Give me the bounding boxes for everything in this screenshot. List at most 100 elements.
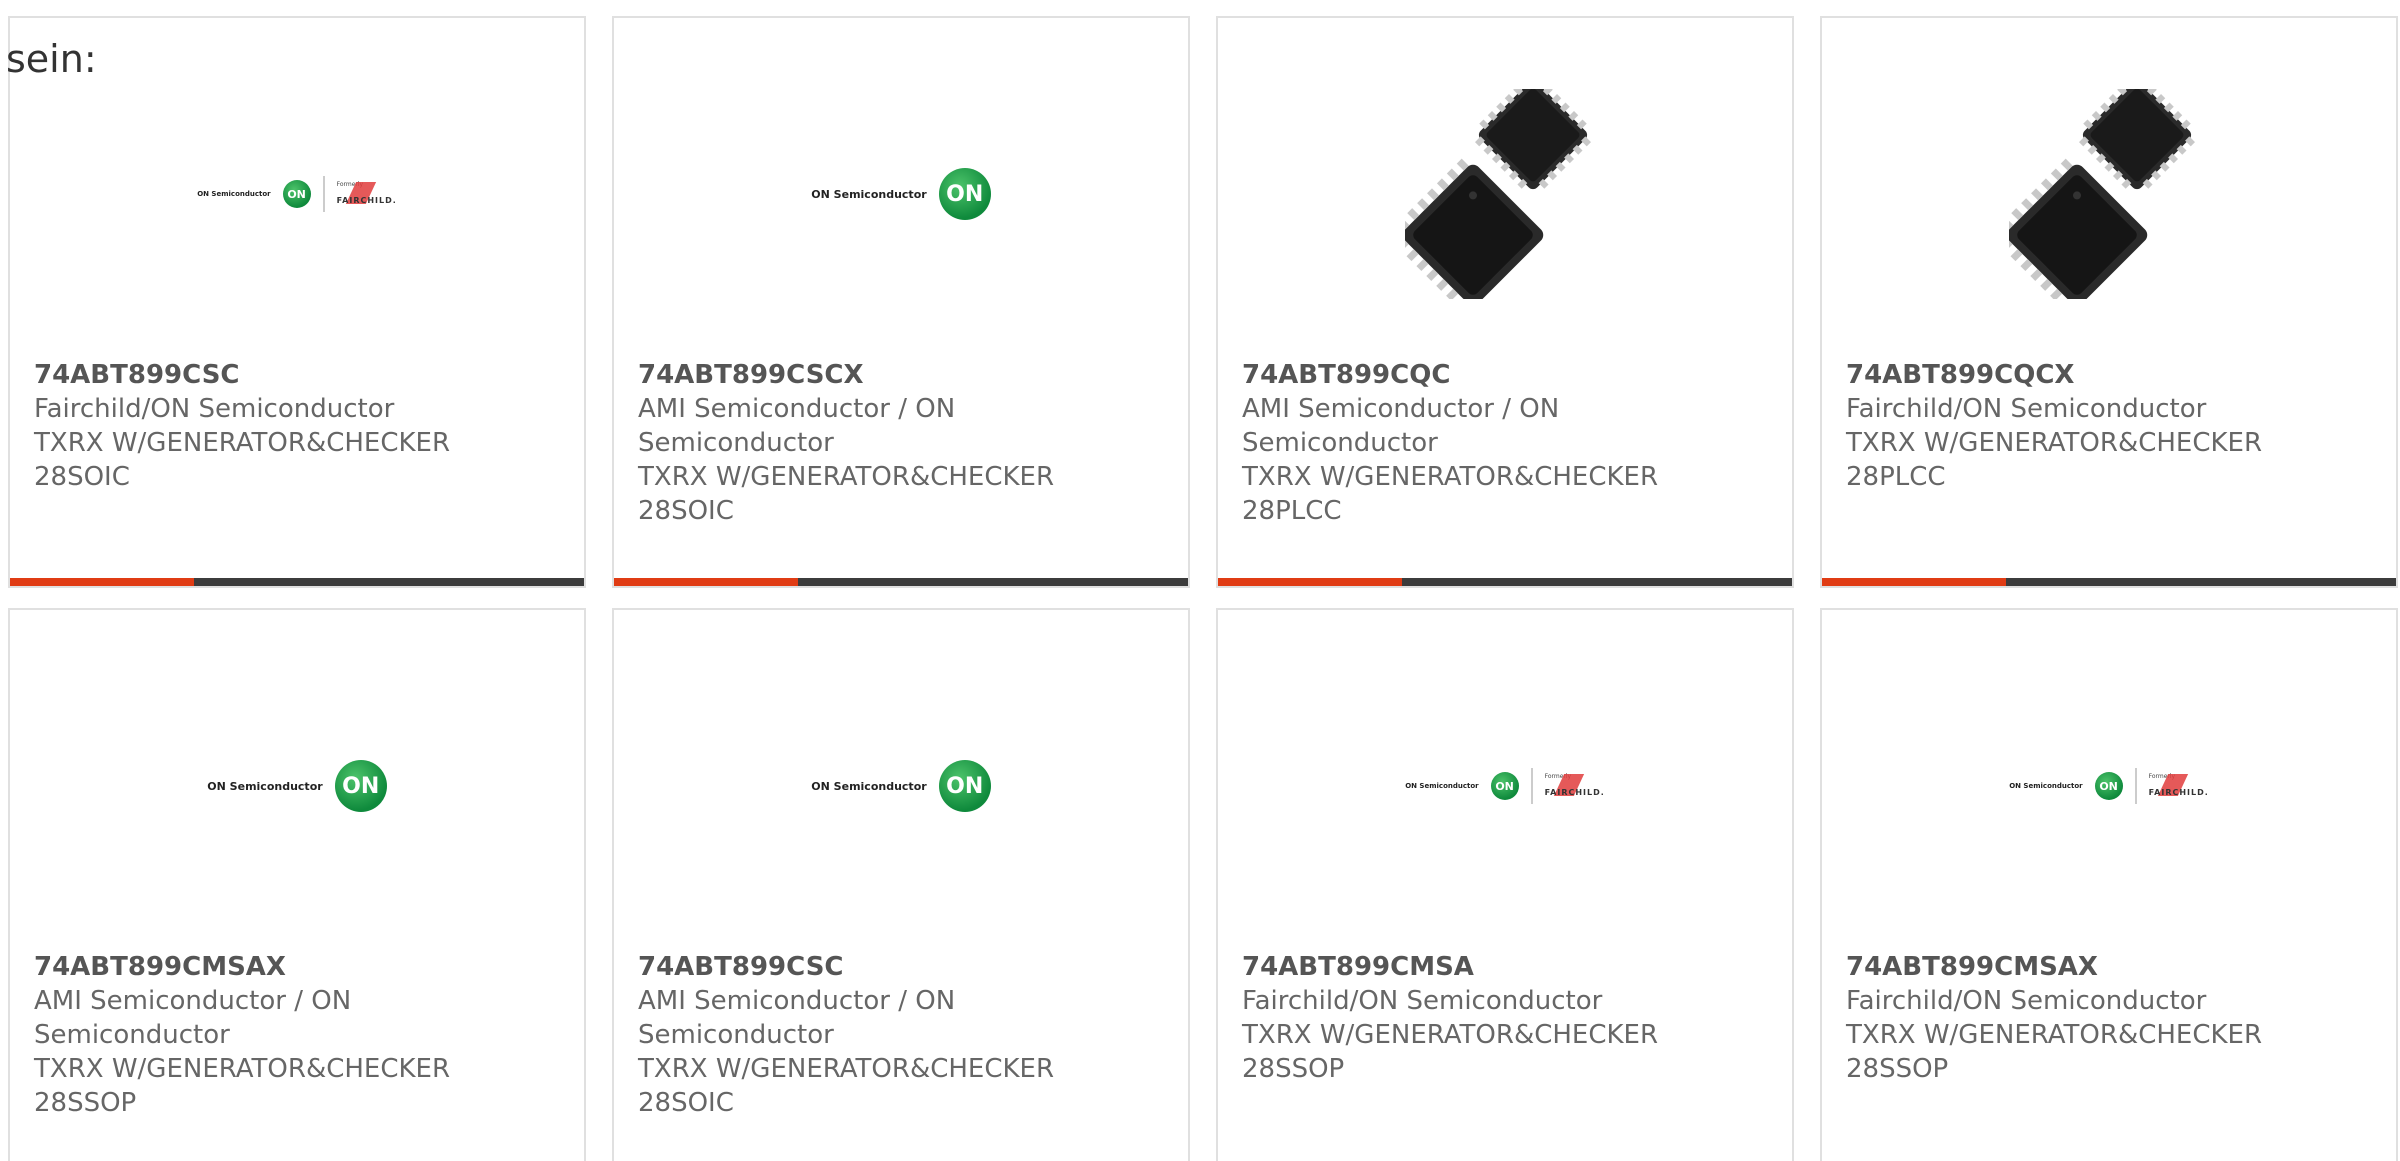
card-bar-accent <box>614 578 798 586</box>
product-grid-page: ON Semiconductor ON Formerly FAIRCHILD. … <box>0 0 2400 1161</box>
plcc-chip-photo <box>2009 89 2195 299</box>
product-info: 74ABT899CSC AMI Semiconductor / ON Semic… <box>638 950 1164 1120</box>
logo-divider <box>322 176 325 212</box>
description: TXRX W/GENERATOR&CHECKER <box>34 1054 451 1084</box>
product-image: ON Semiconductor ON Formerly FAIRCHILD. <box>1822 668 2396 904</box>
part-number[interactable]: 74ABT899CSC <box>34 358 560 392</box>
manufacturer-continued: Semiconductor <box>638 428 834 458</box>
fairchild-logo: Formerly FAIRCHILD. <box>1545 773 1605 799</box>
on-logo-icon: ON <box>938 760 991 812</box>
on-logo-icon: ON <box>282 180 311 208</box>
product-card[interactable]: 74ABT899CQC AMI Semiconductor / ON Semic… <box>1216 16 1794 588</box>
product-card[interactable]: ON Semiconductor ON 74ABT899CSC AMI Semi… <box>612 608 1190 1161</box>
on-semiconductor-logo: ON Semiconductor ON <box>811 760 991 812</box>
on-semiconductor-wordmark: ON Semiconductor <box>1405 782 1479 790</box>
manufacturer-continued: Semiconductor <box>638 1020 834 1050</box>
part-number[interactable]: 74ABT899CMSAX <box>1846 950 2372 984</box>
on-logo-icon: ON <box>1490 772 1519 800</box>
manufacturer: Fairchild/ON Semiconductor <box>1846 394 2207 424</box>
product-image: ON Semiconductor ON Formerly FAIRCHILD. <box>10 76 584 312</box>
product-grid: ON Semiconductor ON Formerly FAIRCHILD. … <box>8 16 2398 1161</box>
card-bottom-bar <box>614 578 1188 586</box>
product-info: 74ABT899CMSAX Fairchild/ON Semiconductor… <box>1846 950 2372 1086</box>
on-semiconductor-logo: ON Semiconductor ON <box>207 760 387 812</box>
product-image: ON Semiconductor ON Formerly FAIRCHILD. <box>1218 668 1792 904</box>
product-info: 74ABT899CQC AMI Semiconductor / ON Semic… <box>1242 358 1768 528</box>
card-bar-accent <box>1218 578 1402 586</box>
manufacturer: Fairchild/ON Semiconductor <box>1242 986 1603 1016</box>
package: 28PLCC <box>1846 462 1946 492</box>
on-logo-icon: ON <box>2094 772 2123 800</box>
package: 28SSOP <box>1242 1054 1345 1084</box>
description: TXRX W/GENERATOR&CHECKER <box>1846 1020 2263 1050</box>
part-number[interactable]: 74ABT899CQCX <box>1846 358 2372 392</box>
plcc-chip-photo <box>1405 89 1591 299</box>
package: 28SSOP <box>1846 1054 1949 1084</box>
on-fairchild-logo: ON Semiconductor ON Formerly FAIRCHILD. <box>1405 768 1605 804</box>
on-semiconductor-logo: ON Semiconductor ON <box>811 168 991 220</box>
description: TXRX W/GENERATOR&CHECKER <box>1242 462 1659 492</box>
fairchild-logo: Formerly FAIRCHILD. <box>337 181 397 207</box>
product-info: 74ABT899CMSAX AMI Semiconductor / ON Sem… <box>34 950 560 1120</box>
product-card[interactable]: ON Semiconductor ON Formerly FAIRCHILD. … <box>1216 608 1794 1161</box>
product-info: 74ABT899CSCX AMI Semiconductor / ON Semi… <box>638 358 1164 528</box>
part-number[interactable]: 74ABT899CMSA <box>1242 950 1768 984</box>
description: TXRX W/GENERATOR&CHECKER <box>1846 428 2263 458</box>
manufacturer: AMI Semiconductor / ON <box>638 394 956 424</box>
card-bottom-bar <box>1822 578 2396 586</box>
on-semiconductor-wordmark: ON Semiconductor <box>811 779 927 793</box>
description: TXRX W/GENERATOR&CHECKER <box>638 1054 1055 1084</box>
part-number[interactable]: 74ABT899CQC <box>1242 358 1768 392</box>
manufacturer-continued: Semiconductor <box>34 1020 230 1050</box>
product-image <box>1218 76 1792 312</box>
manufacturer: Fairchild/ON Semiconductor <box>1846 986 2207 1016</box>
card-bar-accent <box>1822 578 2006 586</box>
logo-divider <box>2134 768 2137 804</box>
product-info: 74ABT899CQCX Fairchild/ON Semiconductor … <box>1846 358 2372 494</box>
manufacturer: AMI Semiconductor / ON <box>1242 394 1560 424</box>
on-semiconductor-wordmark: ON Semiconductor <box>2009 782 2083 790</box>
on-logo-icon: ON <box>334 760 387 812</box>
part-number[interactable]: 74ABT899CSC <box>638 950 1164 984</box>
card-bottom-bar <box>10 578 584 586</box>
product-image: ON Semiconductor ON <box>614 76 1188 312</box>
package: 28SOIC <box>638 496 734 526</box>
card-bar-accent <box>10 578 194 586</box>
manufacturer: AMI Semiconductor / ON <box>34 986 352 1016</box>
on-fairchild-logo: ON Semiconductor ON Formerly FAIRCHILD. <box>2009 768 2209 804</box>
package: 28SOIC <box>34 462 130 492</box>
product-image <box>1822 76 2396 312</box>
product-info: 74ABT899CMSA Fairchild/ON Semiconductor … <box>1242 950 1768 1086</box>
product-info: 74ABT899CSC Fairchild/ON Semiconductor T… <box>34 358 560 494</box>
product-card[interactable]: ON Semiconductor ON 74ABT899CMSAX AMI Se… <box>8 608 586 1161</box>
on-logo-icon: ON <box>938 168 991 220</box>
description: TXRX W/GENERATOR&CHECKER <box>34 428 451 458</box>
fairchild-logo: Formerly FAIRCHILD. <box>2149 773 2209 799</box>
product-card[interactable]: 74ABT899CQCX Fairchild/ON Semiconductor … <box>1820 16 2398 588</box>
fairchild-wordmark: FAIRCHILD. <box>2148 788 2209 797</box>
package: 28PLCC <box>1242 496 1342 526</box>
manufacturer-continued: Semiconductor <box>1242 428 1438 458</box>
package: 28SOIC <box>638 1088 734 1118</box>
description: TXRX W/GENERATOR&CHECKER <box>638 462 1055 492</box>
fairchild-wordmark: FAIRCHILD. <box>336 196 397 205</box>
on-fairchild-logo: ON Semiconductor ON Formerly FAIRCHILD. <box>197 176 397 212</box>
logo-divider <box>1530 768 1533 804</box>
product-card[interactable]: ON Semiconductor ON Formerly FAIRCHILD. … <box>1820 608 2398 1161</box>
product-card[interactable]: ON Semiconductor ON Formerly FAIRCHILD. … <box>8 16 586 588</box>
package: 28SSOP <box>34 1088 137 1118</box>
part-number[interactable]: 74ABT899CMSAX <box>34 950 560 984</box>
product-image: ON Semiconductor ON <box>10 668 584 904</box>
on-semiconductor-wordmark: ON Semiconductor <box>207 779 323 793</box>
on-semiconductor-wordmark: ON Semiconductor <box>811 187 927 201</box>
on-semiconductor-wordmark: ON Semiconductor <box>197 190 271 198</box>
card-bottom-bar <box>1218 578 1792 586</box>
product-image: ON Semiconductor ON <box>614 668 1188 904</box>
product-card[interactable]: ON Semiconductor ON 74ABT899CSCX AMI Sem… <box>612 16 1190 588</box>
part-number[interactable]: 74ABT899CSCX <box>638 358 1164 392</box>
manufacturer: Fairchild/ON Semiconductor <box>34 394 395 424</box>
fairchild-wordmark: FAIRCHILD. <box>1544 788 1605 797</box>
manufacturer: AMI Semiconductor / ON <box>638 986 956 1016</box>
description: TXRX W/GENERATOR&CHECKER <box>1242 1020 1659 1050</box>
intro-text: sein: <box>6 37 97 81</box>
